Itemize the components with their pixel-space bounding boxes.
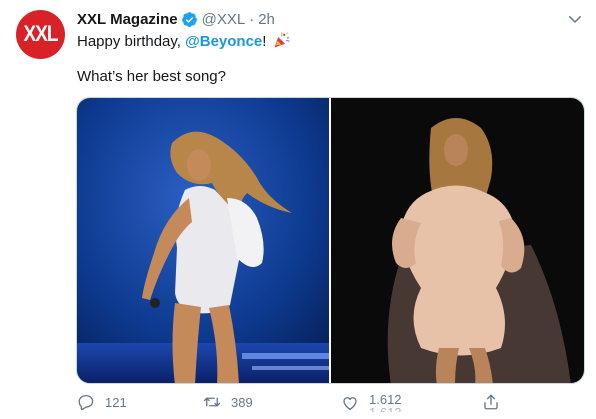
tweet-actions: 121 389 1.612 1.613	[0, 393, 596, 415]
like-count: 1.612	[369, 392, 402, 407]
exclamation: !	[262, 33, 267, 50]
mention-link[interactable]: @Beyonce	[185, 33, 262, 50]
retweet-button[interactable]: 389	[203, 393, 253, 411]
beyonce-silver-outfit-photo	[77, 98, 329, 383]
greeting-text: Happy birthday,	[77, 33, 186, 50]
separator-dot: ·	[249, 10, 255, 28]
share-icon	[484, 394, 498, 410]
like-button[interactable]: 1.612 1.613	[341, 393, 402, 412]
avatar-logo-text: XXL	[23, 21, 59, 46]
tweet-text-line-2: What’s her best song?	[77, 68, 226, 85]
retweet-icon	[203, 397, 221, 407]
chevron-down-icon[interactable]	[566, 10, 584, 28]
reply-button[interactable]: 121	[77, 393, 127, 411]
like-count-ticker: 1.612 1.613	[369, 393, 402, 412]
handle[interactable]: @XXL	[202, 11, 246, 28]
timestamp[interactable]: 2h	[258, 11, 275, 28]
photo-left[interactable]	[77, 98, 329, 383]
beyonce-peach-outfit-photo	[331, 98, 584, 383]
tweet[interactable]: XXL XXL Magazine @XXL · 2h Happy birthda…	[0, 0, 596, 419]
party-popper-icon	[274, 32, 290, 48]
verified-badge-icon	[181, 11, 197, 27]
display-name[interactable]: XXL Magazine	[77, 11, 178, 28]
photo-right[interactable]	[331, 98, 584, 383]
heart-icon	[343, 396, 357, 410]
tweet-header: XXL Magazine @XXL · 2h	[77, 9, 275, 29]
retweet-count: 389	[231, 394, 253, 410]
avatar[interactable]: XXL	[16, 10, 65, 59]
like-count-next: 1.613	[369, 406, 402, 412]
tweet-text-line-1: Happy birthday, @Beyonce!	[77, 31, 291, 52]
reply-icon	[78, 394, 94, 411]
reply-count: 121	[105, 394, 127, 410]
share-button[interactable]	[482, 393, 500, 411]
media-grid[interactable]	[76, 97, 585, 384]
